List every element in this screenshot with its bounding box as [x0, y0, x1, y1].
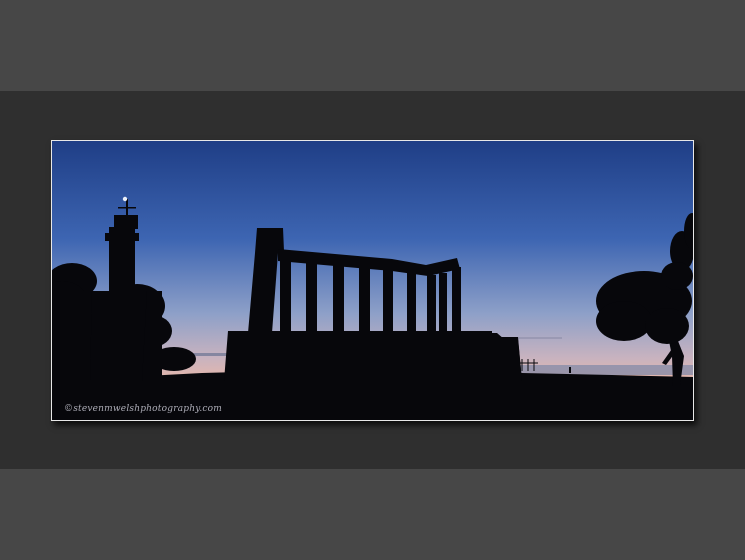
watermark-text: ©stevenmwelshphotography.com: [64, 404, 222, 414]
horizon-cloud: [192, 353, 232, 356]
photo-frame[interactable]: ©stevenmwelshphotography.com: [51, 140, 694, 421]
landscape-photo: [52, 141, 693, 420]
person: [569, 367, 571, 373]
moon: [122, 196, 128, 202]
